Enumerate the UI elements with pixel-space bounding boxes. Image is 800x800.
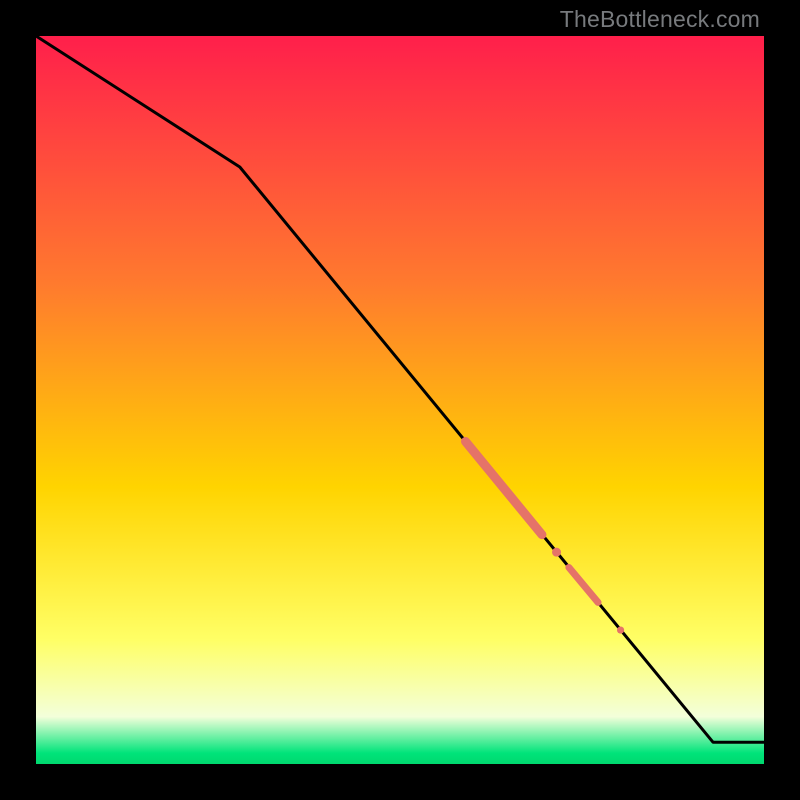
segment-a <box>466 441 542 534</box>
curve-line <box>36 36 764 742</box>
chart-overlay <box>36 36 764 764</box>
watermark-label: TheBottleneck.com <box>560 6 760 33</box>
segment-b <box>569 567 598 602</box>
curve-path <box>36 36 764 742</box>
marker-group <box>466 441 625 633</box>
outer-frame: TheBottleneck.com <box>0 0 800 800</box>
dot-mid <box>552 548 561 557</box>
dot-low <box>617 626 624 633</box>
plot-area <box>36 36 764 764</box>
